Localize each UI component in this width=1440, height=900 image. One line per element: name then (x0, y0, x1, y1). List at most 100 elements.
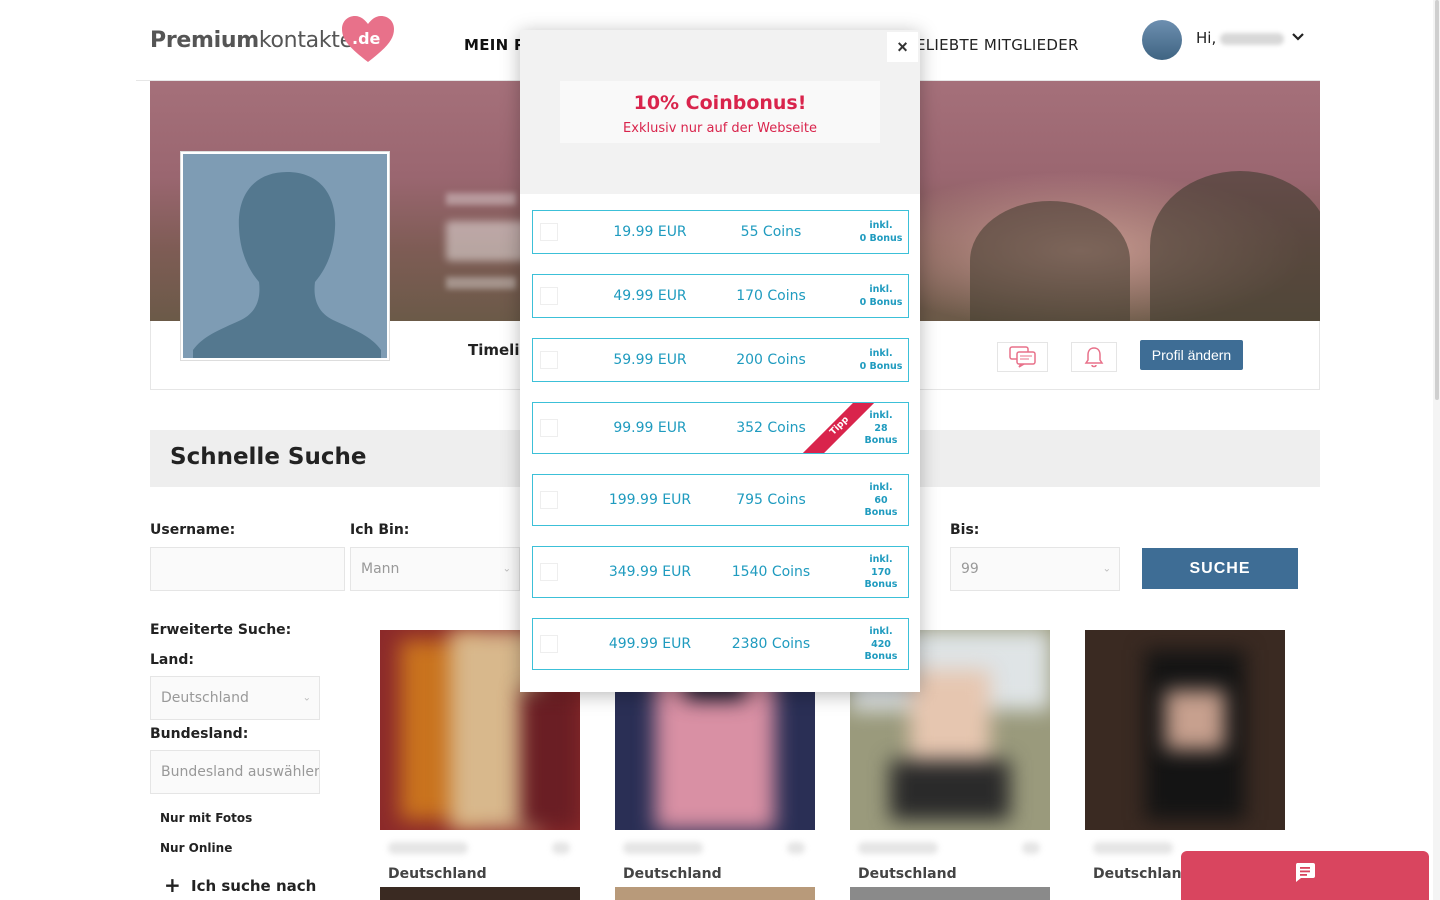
package-price: 59.99 EUR (613, 352, 687, 368)
member-country: Deutschland (858, 866, 957, 882)
chevron-down-icon[interactable] (1292, 30, 1304, 46)
member-age-blurred (552, 842, 570, 854)
banner-name-blurred (446, 221, 526, 261)
coin-package[interactable]: 349.99 EUR 1540 Coins inkl. 170 Bonus (532, 546, 909, 598)
chevron-down-icon: ⌄ (1102, 563, 1111, 575)
package-bonus: inkl. 170 Bonus (864, 554, 898, 590)
coin-package[interactable]: 499.99 EUR 2380 Coins inkl. 420 Bonus (532, 618, 909, 670)
nav-my-profile[interactable]: MEIN P (464, 36, 525, 54)
package-checkbox[interactable] (540, 419, 558, 437)
package-coins: 352 Coins (736, 420, 806, 436)
heart-logo-icon: .de (342, 16, 394, 62)
member-name-blurred (623, 842, 703, 854)
scrollbar-thumb[interactable] (1435, 0, 1439, 400)
username-input[interactable] (150, 547, 345, 591)
plus-icon[interactable]: + (164, 873, 181, 897)
country-label: Land: (150, 652, 194, 668)
coin-package-recommended[interactable]: 99.99 EUR 352 Coins Tipp inkl. 28 Bonus (532, 402, 909, 454)
package-price: 19.99 EUR (613, 224, 687, 240)
package-coins: 795 Coins (736, 492, 806, 508)
package-price: 349.99 EUR (608, 564, 692, 580)
messages-icon[interactable] (997, 342, 1048, 372)
member-country: Deutschland (388, 866, 487, 882)
state-placeholder: Bundesland auswählen (161, 764, 320, 780)
package-coins: 170 Coins (736, 288, 806, 304)
edit-profile-button[interactable]: Profil ändern (1140, 340, 1243, 370)
user-avatar[interactable] (1142, 20, 1182, 60)
banner-subtitle-blurred (446, 193, 516, 205)
logo-text-light: kontakte (258, 28, 353, 53)
member-photo[interactable] (1085, 630, 1285, 830)
username-label: Username: (150, 522, 236, 538)
member-name-blurred (388, 842, 468, 854)
greeting-text: Hi, (1196, 29, 1217, 47)
package-price: 99.99 EUR (613, 420, 687, 436)
package-bonus: inkl. 60 Bonus (864, 482, 898, 518)
logo-text-bold: Premium (150, 28, 259, 53)
package-checkbox[interactable] (540, 351, 558, 369)
chat-button[interactable] (1181, 851, 1429, 900)
only-photos-option[interactable]: Nur mit Fotos (160, 811, 252, 825)
member-country: Deutschland (623, 866, 722, 882)
package-checkbox[interactable] (540, 491, 558, 509)
nav-popular-members[interactable]: ELIEBTE MITGLIEDER (916, 36, 1079, 54)
package-checkbox[interactable] (540, 563, 558, 581)
user-greeting[interactable]: Hi, (1196, 29, 1285, 47)
coin-package[interactable]: 199.99 EUR 795 Coins inkl. 60 Bonus (532, 474, 909, 526)
logo-tld: .de (352, 29, 381, 48)
package-coins: 2380 Coins (731, 636, 811, 652)
member-age-blurred (787, 842, 805, 854)
bell-icon[interactable] (1071, 342, 1117, 372)
promo-banner: 10% Coinbonus! Exklusiv nur auf der Webs… (560, 81, 880, 143)
package-checkbox[interactable] (540, 635, 558, 653)
member-photo[interactable] (615, 887, 815, 900)
promo-subtitle: Exklusiv nur auf der Webseite (623, 121, 817, 136)
package-checkbox[interactable] (540, 223, 558, 241)
promo-title: 10% Coinbonus! (633, 92, 807, 114)
to-label: Bis: (950, 522, 980, 538)
member-photo[interactable] (850, 887, 1050, 900)
package-coins: 200 Coins (736, 352, 806, 368)
only-online-option[interactable]: Nur Online (160, 841, 232, 855)
silhouette-icon (183, 154, 387, 358)
page: Premiumkontakte .de MEIN P ELIEBTE MITGL… (0, 0, 1440, 900)
package-checkbox[interactable] (540, 287, 558, 305)
member-photo[interactable] (380, 887, 580, 900)
chat-icon (1295, 863, 1315, 882)
quick-search-title: Schnelle Suche (170, 444, 367, 470)
chevron-down-icon: ⌄ (502, 563, 511, 575)
package-bonus: inkl. 0 Bonus (859, 284, 903, 308)
coin-package[interactable]: 49.99 EUR 170 Coins inkl. 0 Bonus (532, 274, 909, 318)
member-age-blurred (1022, 842, 1040, 854)
site-logo[interactable]: Premiumkontakte .de (150, 12, 400, 68)
member-name-blurred (1093, 842, 1173, 854)
iam-label: Ich Bin: (350, 522, 410, 538)
profile-photo-placeholder[interactable] (181, 152, 389, 360)
close-icon[interactable]: × (887, 32, 918, 62)
package-price: 49.99 EUR (613, 288, 687, 304)
package-price: 199.99 EUR (608, 492, 692, 508)
iam-value: Mann (361, 561, 400, 577)
member-name-blurred (858, 842, 938, 854)
package-bonus: inkl. 0 Bonus (859, 348, 903, 372)
coin-package[interactable]: 19.99 EUR 55 Coins inkl. 0 Bonus (532, 210, 909, 254)
package-bonus: inkl. 28 Bonus (864, 410, 898, 446)
modal-header: 10% Coinbonus! Exklusiv nur auf der Webs… (520, 30, 920, 194)
advanced-search-title: Erweiterte Suche: (150, 622, 292, 638)
age-to-select[interactable]: 99 ⌄ (950, 547, 1120, 591)
package-bonus: inkl. 0 Bonus (859, 220, 903, 244)
package-price: 499.99 EUR (608, 636, 692, 652)
state-select[interactable]: Bundesland auswählen (150, 750, 320, 794)
search-button[interactable]: SUCHE (1142, 548, 1298, 589)
country-select[interactable]: Deutschland ⌄ (150, 676, 320, 720)
iam-select[interactable]: Mann ⌄ (350, 547, 520, 591)
age-to-value: 99 (961, 561, 979, 577)
package-bonus: inkl. 420 Bonus (864, 626, 898, 662)
chevron-down-icon: ⌄ (302, 692, 311, 704)
username-blurred (1220, 32, 1285, 45)
banner-location-blurred (446, 277, 516, 289)
looking-for-toggle[interactable]: Ich suche nach (191, 877, 316, 895)
package-coins: 55 Coins (740, 224, 802, 240)
coin-package[interactable]: 59.99 EUR 200 Coins inkl. 0 Bonus (532, 338, 909, 382)
package-coins: 1540 Coins (731, 564, 811, 580)
